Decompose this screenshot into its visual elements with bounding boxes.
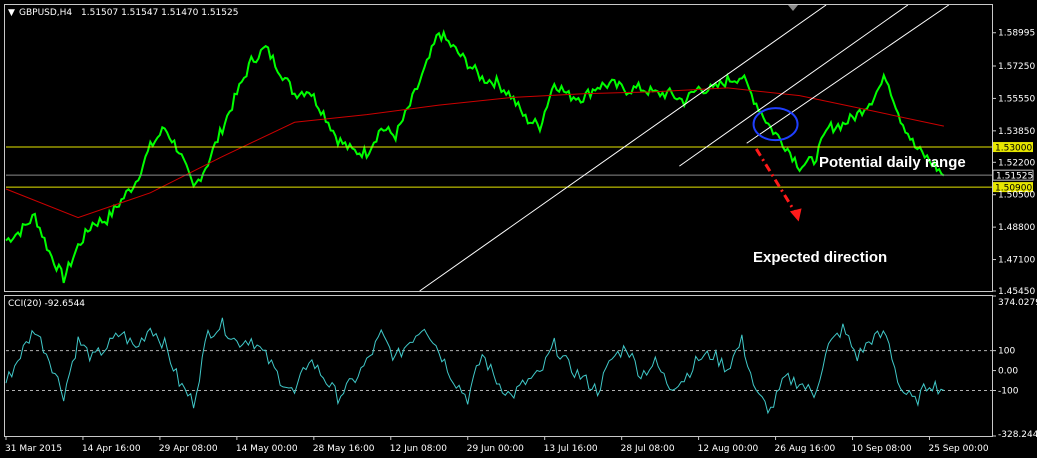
breakout-highlight-circle (752, 107, 799, 142)
date-axis-label: 14 May 00:00 (236, 444, 298, 454)
price-axis-label: 1.52200 (998, 158, 1035, 168)
date-axis-label: 29 Apr 08:00 (159, 444, 218, 454)
date-axis-label: 31 Mar 2015 (5, 444, 62, 454)
cci-axis-label: -100 (998, 386, 1019, 396)
date-axis-label: 25 Sep 00:00 (928, 444, 988, 454)
date-axis-label: 13 Jul 16:00 (544, 444, 598, 454)
cci-indicator-label: CCI(20) -92.6544 (8, 299, 85, 309)
price-axis-label: 1.55550 (998, 94, 1035, 104)
shift-marker-icon[interactable] (788, 5, 798, 11)
chart-canvas: ▼ GBPUSD,H4 1.51507 1.51547 1.51470 1.51… (4, 4, 1037, 454)
chart-symbol: GBPUSD,H4 (19, 8, 72, 18)
cci-panel-frame (4, 295, 993, 437)
price-axis-label: 1.57250 (998, 62, 1035, 72)
date-axis-label: 26 Aug 16:00 (775, 444, 836, 454)
ohlc-readout: 1.51507 1.51547 1.51470 1.51525 (81, 8, 238, 18)
current-price-tag-label: 1.51525 (996, 172, 1033, 182)
date-axis-label: 12 Aug 00:00 (698, 444, 759, 454)
price-axis-label: 1.58995 (998, 29, 1035, 39)
date-axis-label: 28 Jul 08:00 (621, 444, 675, 454)
potential-daily-range-label: Potential daily range (819, 154, 966, 171)
date-axis-label: 29 Jun 00:00 (467, 444, 524, 454)
date-axis-label: 28 May 16:00 (313, 444, 375, 454)
price-axis-label: 1.53850 (998, 127, 1035, 137)
cci-series-line (5, 317, 945, 415)
price-axis-label: 1.47100 (998, 256, 1035, 266)
date-axis-label: 14 Apr 16:00 (82, 444, 141, 454)
cci-axis-label: 100 (998, 347, 1015, 357)
cci-axis-label: 374.0279 (998, 298, 1037, 308)
price-axis-label: 1.48800 (998, 223, 1035, 233)
cci-axis-label: -328.2446 (998, 430, 1037, 440)
symbol-dropdown-icon[interactable]: ▼ (8, 8, 15, 18)
price-axis-label: 1.45450 (998, 287, 1035, 297)
date-axis-label: 10 Sep 08:00 (852, 444, 912, 454)
cci-plot (5, 317, 992, 415)
expected-direction-arrowhead (789, 208, 802, 222)
cci-axis-label: 0.00 (998, 367, 1018, 377)
price-axis-label: 1.50500 (998, 191, 1035, 201)
price-series-line (5, 29, 945, 284)
expected-direction-label: Expected direction (753, 249, 887, 266)
level-price-tag-label: 1.53000 (995, 144, 1032, 154)
date-axis-label: 12 Jun 08:00 (390, 444, 447, 454)
